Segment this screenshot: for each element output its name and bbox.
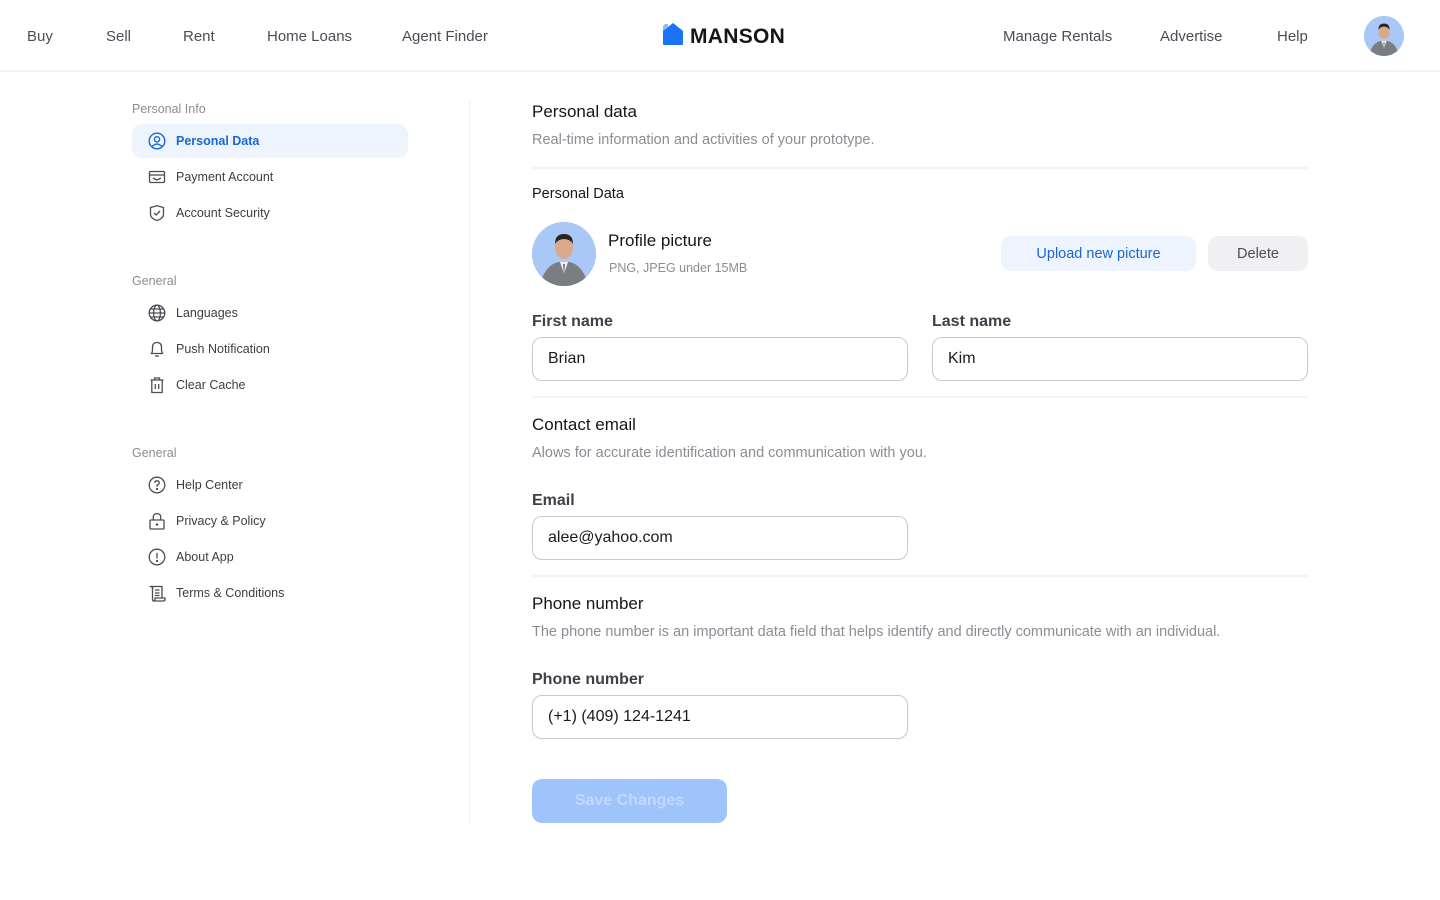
sidebar-item-label: About App <box>176 550 234 564</box>
sidebar-item-label: Payment Account <box>176 170 274 184</box>
sidebar-item-about-app[interactable]: About App <box>132 540 408 574</box>
sidebar-item-account-security[interactable]: Account Security <box>132 196 408 230</box>
trash-icon <box>148 376 166 394</box>
email-label: Email <box>532 492 575 509</box>
sidebar-item-help-center[interactable]: Help Center <box>132 468 408 502</box>
profile-picture-title: Profile picture <box>608 231 712 250</box>
sidebar-item-payment-account[interactable]: Payment Account <box>132 160 408 194</box>
nav-link-buy[interactable]: Buy <box>27 28 53 45</box>
section-divider <box>532 575 1308 577</box>
phone-number-subtitle: The phone number is an important data fi… <box>532 624 1221 640</box>
sidebar-group-personal-info: Personal Info <box>132 102 206 116</box>
nav-link-advertise[interactable]: Advertise <box>1160 28 1223 45</box>
sidebar-item-push-notification[interactable]: Push Notification <box>132 332 408 366</box>
user-circle-icon <box>148 132 166 150</box>
nav-link-rent[interactable]: Rent <box>183 28 215 45</box>
nav-link-help[interactable]: Help <box>1277 28 1308 45</box>
page-title: Personal data <box>532 102 637 121</box>
first-name-label: First name <box>532 313 613 330</box>
save-changes-button[interactable]: Save Changes <box>532 779 727 823</box>
sidebar-item-personal-data[interactable]: Personal Data <box>132 124 408 158</box>
sidebar-item-clear-cache[interactable]: Clear Cache <box>132 368 408 402</box>
bell-icon <box>148 340 166 358</box>
sidebar-group-general: General <box>132 274 177 288</box>
sidebar-divider <box>469 100 470 824</box>
sidebar-item-languages[interactable]: Languages <box>132 296 408 330</box>
sidebar-item-label: Terms & Conditions <box>176 586 285 600</box>
last-name-label: Last name <box>932 313 1012 330</box>
sidebar-item-label: Clear Cache <box>176 378 246 392</box>
sidebar-item-label: Account Security <box>176 206 270 220</box>
nav-link-agent-finder[interactable]: Agent Finder <box>402 28 488 45</box>
section-label: Personal Data <box>532 186 624 202</box>
brand-name: MANSON <box>690 24 786 48</box>
first-name-input[interactable] <box>532 337 908 381</box>
nav-link-manage-rentals[interactable]: Manage Rentals <box>1003 28 1112 45</box>
scroll-icon <box>148 584 166 602</box>
phone-number-label: Phone number <box>532 671 645 688</box>
upload-picture-button[interactable]: Upload new picture <box>1001 236 1196 271</box>
person-photo-icon <box>1364 16 1404 56</box>
sidebar-item-label: Personal Data <box>176 134 260 148</box>
page-subtitle: Real-time information and activities of … <box>532 132 875 148</box>
nav-link-sell[interactable]: Sell <box>106 28 131 45</box>
phone-number-title: Phone number <box>532 594 644 613</box>
sidebar-item-label: Push Notification <box>176 342 270 356</box>
profile-picture[interactable] <box>532 222 596 286</box>
sidebar-group-general-2: General <box>132 446 177 460</box>
contact-email-title: Contact email <box>532 415 636 434</box>
sidebar-item-label: Languages <box>176 306 238 320</box>
brand-logo[interactable]: MANSON <box>662 22 785 51</box>
top-navigation: Buy Sell Rent Home Loans Agent Finder MA… <box>0 0 1440 72</box>
shield-check-icon <box>148 204 166 222</box>
last-name-input[interactable] <box>932 337 1308 381</box>
lock-icon <box>148 512 166 530</box>
sidebar-item-terms-conditions[interactable]: Terms & Conditions <box>132 576 408 610</box>
user-avatar[interactable] <box>1364 16 1404 56</box>
sidebar-item-privacy-policy[interactable]: Privacy & Policy <box>132 504 408 538</box>
profile-picture-hint: PNG, JPEG under 15MB <box>609 261 748 275</box>
sidebar-item-label: Privacy & Policy <box>176 514 266 528</box>
help-circle-icon <box>148 476 166 494</box>
delete-picture-button[interactable]: Delete <box>1208 236 1308 271</box>
section-divider <box>532 396 1308 398</box>
nav-link-home-loans[interactable]: Home Loans <box>267 28 352 45</box>
sidebar-item-label: Help Center <box>176 478 243 492</box>
phone-number-input[interactable] <box>532 695 908 739</box>
wallet-icon <box>148 168 166 186</box>
email-input[interactable] <box>532 516 908 560</box>
globe-icon <box>148 304 166 322</box>
info-circle-icon <box>148 548 166 566</box>
section-divider <box>532 167 1308 169</box>
house-logo-icon <box>662 22 684 51</box>
person-photo-icon <box>532 222 596 286</box>
contact-email-subtitle: Alows for accurate identification and co… <box>532 445 927 461</box>
